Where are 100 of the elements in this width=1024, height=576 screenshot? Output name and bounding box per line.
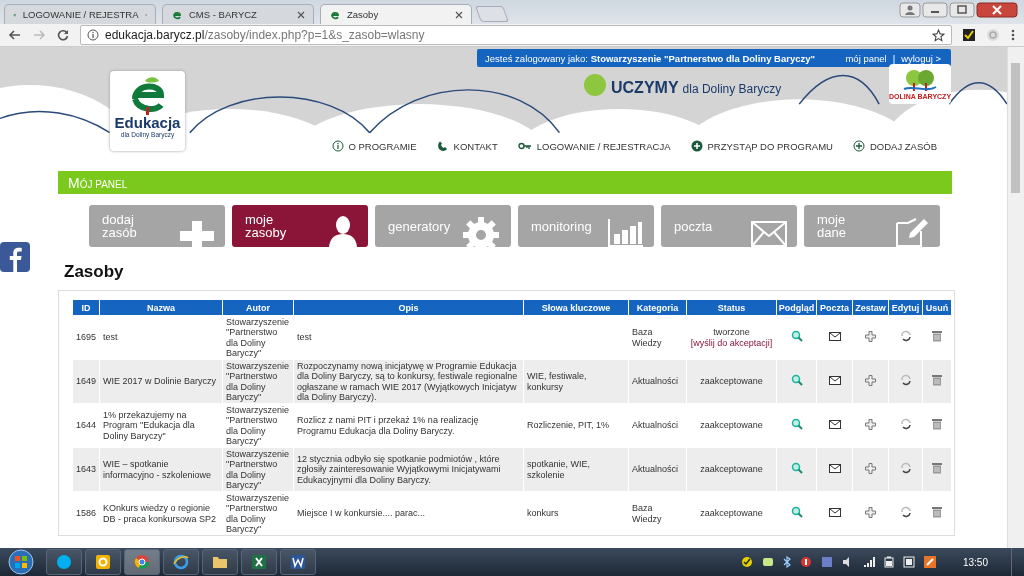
banner-title: UCZYMY xyxy=(611,79,679,97)
envelope-icon[interactable] xyxy=(828,419,841,429)
plus-icon[interactable] xyxy=(865,330,876,342)
clock[interactable]: 13:50 xyxy=(962,556,988,568)
trees-icon xyxy=(902,68,938,93)
panel-link[interactable]: mój panel xyxy=(845,52,887,64)
taskbar-app[interactable] xyxy=(241,549,277,575)
search-icon[interactable] xyxy=(790,330,803,343)
chat-app-icon xyxy=(56,554,72,570)
envelope-icon xyxy=(751,221,787,247)
signal-icon[interactable] xyxy=(862,556,875,568)
key-icon xyxy=(517,141,532,151)
taskbar-app[interactable] xyxy=(163,549,199,575)
search-icon[interactable] xyxy=(790,374,803,387)
column-header: Status xyxy=(687,300,777,315)
nav-link[interactable]: LOGOWANIE / REJESTRACJA xyxy=(517,140,671,152)
scroll-thumb[interactable] xyxy=(1011,63,1020,193)
tray-icon[interactable] xyxy=(923,556,936,568)
plus-icon[interactable] xyxy=(865,374,876,386)
refresh-icon[interactable] xyxy=(899,374,912,387)
refresh-icon[interactable] xyxy=(899,418,912,431)
plus-icon xyxy=(852,140,865,152)
document-icon xyxy=(290,554,306,570)
table-cell: 1586 xyxy=(73,491,100,535)
person-icon xyxy=(328,215,358,247)
browser-tab[interactable]: LOGOWANIE / REJESTRA xyxy=(4,4,156,24)
menu-tile[interactable]: moje zasoby xyxy=(232,205,368,247)
minimize-icon[interactable] xyxy=(922,2,948,18)
search-icon[interactable] xyxy=(790,506,803,519)
column-header: Autor xyxy=(223,300,294,315)
bar-chart-icon xyxy=(608,217,644,247)
plus-icon[interactable] xyxy=(865,418,876,430)
table-cell: spotkanie, WIE, szkolenie xyxy=(524,447,629,491)
info-icon xyxy=(331,140,344,152)
table-cell: Stowarzyszenie "Partnerstwo dla Doliny Baryczy" xyxy=(223,359,294,403)
trash-icon[interactable] xyxy=(932,330,942,343)
send-for-approval-link[interactable]: [wyślij do akceptacji] xyxy=(690,337,773,348)
gear-icon xyxy=(461,215,501,247)
table-cell: 1643 xyxy=(73,447,100,491)
column-header: Kategoria xyxy=(629,300,687,315)
edit-icon xyxy=(894,217,930,247)
tray-icon[interactable] xyxy=(761,556,774,568)
browser-tab[interactable]: Zasoby xyxy=(320,4,472,24)
envelope-icon[interactable] xyxy=(828,463,841,473)
column-header: Nazwa xyxy=(100,300,223,315)
refresh-icon[interactable] xyxy=(899,330,912,343)
table-cell: WIE 2017 w Dolinie Baryczy xyxy=(100,359,223,403)
column-header: Usuń xyxy=(923,300,952,315)
nav-link[interactable]: DODAJ ZASÓB xyxy=(852,140,937,152)
tray-icon[interactable] xyxy=(902,556,915,568)
column-header: Zestaw xyxy=(853,300,889,315)
column-header: Poczta xyxy=(817,300,853,315)
login-status: Jesteś zalogowany jako: Stowarzyszenie "Partnerstwo dla Doliny Baryczy" xyxy=(485,52,816,64)
plus-icon[interactable] xyxy=(865,462,876,474)
envelope-icon[interactable] xyxy=(828,507,841,517)
envelope-icon[interactable] xyxy=(828,375,841,385)
logo-title: Edukacja xyxy=(114,115,181,131)
scrollbar[interactable] xyxy=(1007,47,1024,548)
taskbar-app[interactable] xyxy=(280,549,316,575)
nav-link[interactable]: KONTAKT xyxy=(436,140,498,152)
trash-icon[interactable] xyxy=(932,374,942,387)
mail-app-icon xyxy=(95,554,111,570)
browser-app-icon xyxy=(134,554,150,570)
trash-icon[interactable] xyxy=(932,506,942,519)
nav-link[interactable]: PRZYSTĄP DO PROGRAMU xyxy=(690,140,833,152)
table-cell: Stowarzyszenie "Partnerstwo dla Doliny Baryczy" xyxy=(223,447,294,491)
taskbar-app[interactable] xyxy=(46,549,82,575)
tray-icon[interactable] xyxy=(799,556,812,568)
address-field[interactable]: edukacja.barycz.pl/zasoby/index.php?p=1&s_zasob=wlasny xyxy=(80,25,952,45)
star-icon[interactable] xyxy=(932,28,945,42)
search-icon[interactable] xyxy=(790,462,803,475)
plus-icon[interactable] xyxy=(865,506,876,518)
nav-link[interactable]: O PROGRAMIE xyxy=(331,140,417,152)
folder-icon xyxy=(212,554,228,570)
separator: | xyxy=(892,52,896,64)
trash-icon[interactable] xyxy=(932,462,942,475)
table-cell: KOnkurs wiedzy o regionie DB - praca konkursowa SP2 xyxy=(100,491,223,535)
menu-icon[interactable] xyxy=(1010,28,1016,42)
extension-icon[interactable] xyxy=(962,28,976,42)
reload-icon[interactable] xyxy=(56,28,70,42)
page-heading: Zasoby xyxy=(64,262,125,282)
refresh-icon[interactable] xyxy=(899,506,912,519)
taskbar-app[interactable] xyxy=(85,549,121,575)
facebook-icon[interactable] xyxy=(0,242,30,272)
bluetooth-icon[interactable] xyxy=(782,556,791,568)
trash-icon[interactable] xyxy=(932,418,942,431)
status-text: tworzone xyxy=(712,327,751,338)
envelope-icon[interactable] xyxy=(828,331,841,341)
maximize-icon[interactable] xyxy=(949,2,975,18)
taskbar-app[interactable] xyxy=(202,549,238,575)
battery-icon[interactable] xyxy=(883,556,894,568)
browser-tab[interactable]: CMS - BARYCZ xyxy=(162,4,314,24)
refresh-icon[interactable] xyxy=(899,462,912,475)
logout-link[interactable]: wyloguj > xyxy=(901,52,941,64)
back-icon[interactable] xyxy=(8,28,22,42)
tray-icon[interactable] xyxy=(740,556,753,568)
table-cell: Stowarzyszenie "Partnerstwo dla Doliny Baryczy" xyxy=(223,491,294,535)
user-icon[interactable] xyxy=(899,2,921,18)
search-icon[interactable] xyxy=(790,418,803,431)
table-cell: 12 stycznia odbyło się spotkanie podmiotów , które zgłosiły zainteresowanie Wyjątkowymi Inicjatywami Edukacyjnymi dla Doliny Baryczy. xyxy=(294,447,524,491)
